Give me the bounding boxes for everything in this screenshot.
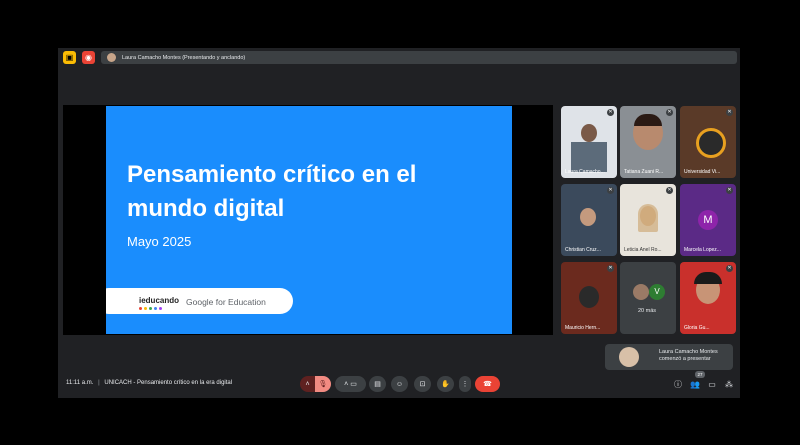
divider: | — [98, 380, 100, 386]
captions-icon: ▤ — [374, 381, 381, 388]
presenter-text: Laura Camacho Montes (Presentando y ancl… — [122, 54, 246, 61]
mic-off-icon: ✕ — [726, 109, 733, 116]
toast-message: comenzó a presentar — [659, 356, 711, 362]
more-participants-tile[interactable]: V 20 más — [620, 262, 676, 334]
mic-off-icon: ✕ — [726, 265, 733, 272]
end-call-icon: ☎ — [483, 381, 492, 388]
camera-button[interactable]: ˄ ▭ — [335, 376, 366, 392]
captions-button[interactable]: ▤ — [369, 376, 386, 392]
participant-name: Leticia Anel Ro... — [624, 247, 662, 253]
participant-tile[interactable]: M ✕ Marcela Lopez... — [680, 184, 736, 256]
emoji-icon: ☺ — [395, 380, 404, 388]
participant-name: Mauricio Hern... — [565, 325, 601, 331]
mic-off-button[interactable]: 🎙 — [315, 376, 331, 392]
raise-hand-button[interactable]: ✋ — [437, 376, 454, 392]
presenter-banner[interactable]: Laura Camacho Montes (Presentando y ancl… — [101, 51, 737, 64]
participant-initial: V — [649, 284, 665, 300]
more-vert-icon: ⋮ — [461, 381, 469, 388]
slide-date: Mayo 2025 — [127, 234, 192, 249]
participant-tile[interactable]: ✕ Laura Camacho... — [561, 106, 617, 178]
presenting-notification[interactable]: Laura Camacho Montes comenzó a presentar — [605, 344, 733, 370]
camera-icon: ˄ ▭ — [344, 381, 357, 388]
mic-options-button[interactable]: ˄ — [300, 376, 315, 392]
presentation-slide: Pensamiento crítico en el mundo digital … — [106, 106, 512, 334]
mic-off-icon: ✕ — [666, 187, 673, 194]
live-icon[interactable]: ◉ — [82, 51, 95, 64]
meeting-title: UNICACH - Pensamiento crítico en la era … — [104, 380, 233, 386]
meeting-info: 11:11 a.m. | UNICACH - Pensamiento críti… — [66, 380, 232, 386]
google-for-education-logo: Google for Education — [186, 297, 266, 307]
more-count: 20 más — [638, 308, 657, 314]
hand-icon: ✋ — [441, 381, 450, 388]
participant-tile[interactable]: ✕ Tatiana Zuani R... — [620, 106, 676, 178]
present-icon: ⊡ — [419, 381, 426, 388]
participant-name: Tatiana Zuani R... — [624, 169, 664, 175]
people-count-badge: 27 — [695, 371, 705, 378]
participant-tile[interactable]: ✕ Universidad Vi... — [680, 106, 736, 178]
participant-name: Universidad Vi... — [684, 169, 721, 175]
activities-icon[interactable]: ⁂ — [723, 378, 735, 390]
mic-off-icon: ✕ — [726, 187, 733, 194]
clock: 11:11 a.m. — [66, 380, 94, 386]
recording-icon[interactable]: ▣ — [63, 51, 76, 64]
people-icon[interactable]: 👥 — [689, 378, 701, 390]
ieducando-dots — [139, 307, 169, 310]
presenter-avatar — [107, 53, 116, 62]
present-button[interactable]: ⊡ — [414, 376, 431, 392]
participant-initial: M — [698, 210, 718, 230]
info-icon[interactable]: ⓘ — [672, 378, 684, 390]
participant-name: Christian Cruz... — [565, 247, 601, 253]
participant-tile[interactable]: ✕ Gloria Gu... — [680, 262, 736, 334]
leave-call-button[interactable]: ☎ — [475, 376, 500, 392]
participant-tile[interactable]: ✕ Leticia Anel Ro... — [620, 184, 676, 256]
participant-tile[interactable]: ✕ Mauricio Hern... — [561, 262, 617, 334]
participant-name: Laura Camacho... — [565, 169, 605, 175]
mic-off-icon: ✕ — [666, 109, 673, 116]
toast-name: Laura Camacho Montes — [659, 349, 718, 355]
mic-off-icon: ✕ — [607, 265, 614, 272]
mic-off-icon: ✕ — [607, 187, 614, 194]
slide-title: Pensamiento crítico en el mundo digital — [127, 161, 417, 222]
participant-tile[interactable]: ✕ Christian Cruz... — [561, 184, 617, 256]
mic-off-icon: ✕ — [607, 109, 614, 116]
participant-name: Gloria Gu... — [684, 325, 710, 331]
toast-avatar — [619, 347, 639, 367]
chat-icon[interactable]: ▭ — [706, 378, 718, 390]
ieducando-logo: ieducando — [139, 296, 180, 305]
participant-name: Marcela Lopez... — [684, 247, 721, 253]
more-options-button[interactable]: ⋮ — [459, 376, 471, 392]
emoji-button[interactable]: ☺ — [391, 376, 408, 392]
